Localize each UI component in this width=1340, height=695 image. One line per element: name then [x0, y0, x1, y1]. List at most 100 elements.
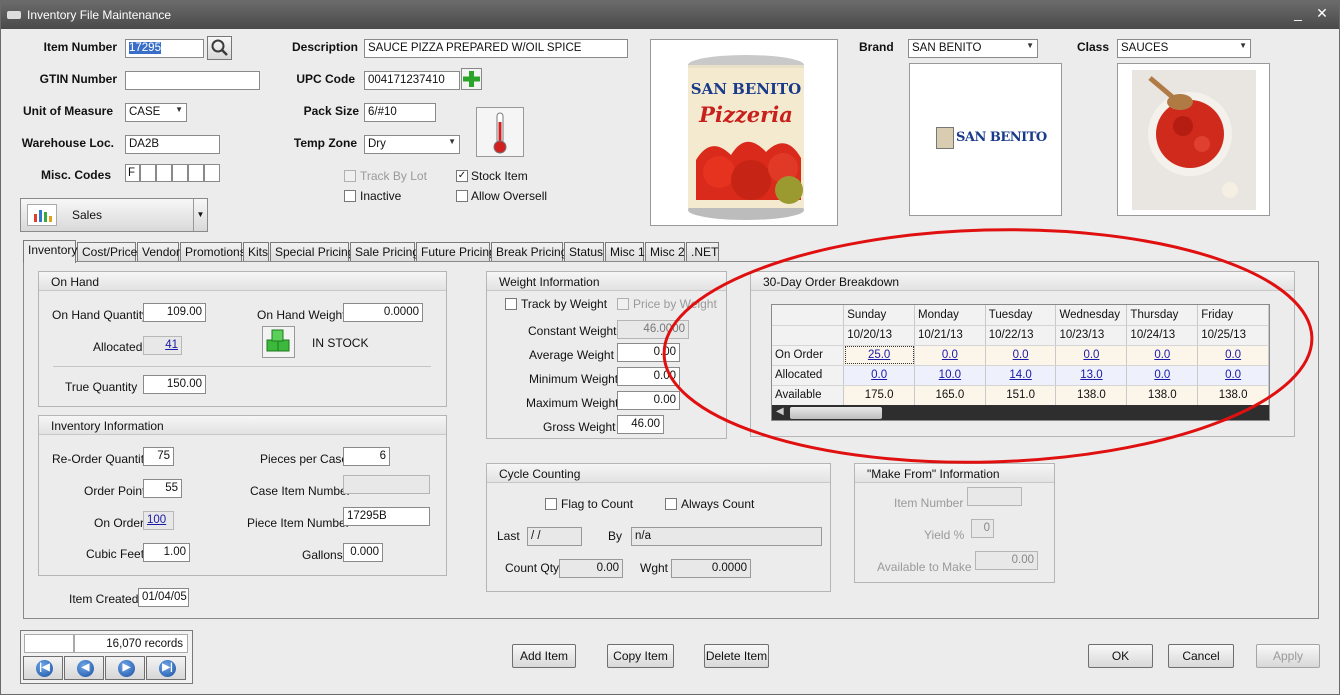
on-hand-qty-field[interactable]: 109.00	[143, 303, 206, 322]
next-record-button[interactable]: ▶	[105, 656, 145, 680]
case-item-field[interactable]	[343, 475, 430, 494]
delete-item-button[interactable]: Delete Item	[704, 644, 769, 668]
stock-item-label: Stock Item	[471, 169, 528, 183]
reorder-field[interactable]: 75	[143, 447, 174, 466]
misc-code-4[interactable]	[172, 164, 188, 182]
tab-special-pricing[interactable]: Special Pricing	[270, 242, 354, 262]
allow-oversell-checkbox[interactable]	[456, 190, 468, 202]
tab-vendor[interactable]: Vendor	[137, 242, 180, 262]
item-created-field[interactable]: 01/04/05	[138, 588, 189, 607]
tab-misc-1[interactable]: Misc 1	[605, 242, 645, 262]
maximum-weight-label: Maximum Weight	[526, 396, 619, 410]
tab-sale-pricing[interactable]: Sale Pricing	[350, 242, 419, 262]
temp-zone-select[interactable]: Dry ▼	[364, 135, 460, 154]
ok-button[interactable]: OK	[1088, 644, 1153, 668]
on-order-link[interactable]: 100	[147, 514, 166, 526]
tab-inventory[interactable]: Inventory	[23, 240, 77, 263]
chevron-down-icon: ▼	[175, 105, 183, 114]
thermometer-button[interactable]	[476, 107, 524, 157]
uom-select[interactable]: CASE ▼	[125, 103, 187, 122]
allocated-field[interactable]: 41	[143, 336, 182, 355]
gross-weight-field[interactable]: 46.00	[617, 415, 664, 434]
item-number-field[interactable]: 17295	[125, 39, 204, 58]
allocated-link[interactable]: 41	[165, 339, 178, 351]
yield-label: Yield %	[924, 528, 965, 542]
gross-weight-label: Gross Weight	[543, 420, 616, 434]
last-count-field[interactable]: / /	[527, 527, 582, 546]
misc-code-6[interactable]	[204, 164, 220, 182]
price-by-weight-checkbox[interactable]	[617, 298, 629, 310]
gtin-field[interactable]	[125, 71, 260, 90]
brand-select[interactable]: SAN BENITO ▼	[908, 39, 1038, 58]
make-from-item-field[interactable]	[967, 487, 1022, 506]
add-upc-button[interactable]	[461, 68, 482, 90]
next-record-icon: ▶	[118, 660, 135, 677]
last-record-button[interactable]: ▶|	[146, 656, 186, 680]
cubic-feet-field[interactable]: 1.00	[143, 543, 190, 562]
search-icon	[211, 39, 228, 56]
item-number-label: Item Number	[43, 40, 117, 54]
warehouse-field[interactable]: DA2B	[125, 135, 220, 154]
misc-code-3[interactable]	[156, 164, 172, 182]
on-hand-weight-label: On Hand Weight	[257, 308, 346, 322]
minimize-button[interactable]: _	[1291, 5, 1305, 21]
true-qty-field[interactable]: 150.00	[143, 375, 206, 394]
available-to-make-field[interactable]: 0.00	[975, 551, 1038, 570]
tab-future-pricing[interactable]: Future Pricing	[416, 242, 496, 262]
class-select[interactable]: SAUCES ▼	[1117, 39, 1251, 58]
description-label: Description	[291, 40, 358, 54]
counted-by-field[interactable]: n/a	[631, 527, 822, 546]
tab-promotions[interactable]: Promotions	[180, 242, 246, 262]
first-record-button[interactable]: |◀	[23, 656, 63, 680]
record-position-field[interactable]	[24, 634, 74, 653]
track-by-weight-checkbox[interactable]	[505, 298, 517, 310]
previous-record-button[interactable]: ◀	[64, 656, 104, 680]
track-by-lot-checkbox[interactable]	[344, 170, 356, 182]
inactive-checkbox[interactable]	[344, 190, 356, 202]
count-weight-field[interactable]: 0.0000	[671, 559, 751, 578]
record-count: 16,070 records	[74, 634, 188, 653]
constant-weight-label: Constant Weight	[528, 324, 617, 338]
yield-field[interactable]: 0	[971, 519, 994, 538]
pieces-per-case-field[interactable]: 6	[343, 447, 390, 466]
copy-item-button[interactable]: Copy Item	[607, 644, 674, 668]
module-label: Sales	[72, 208, 103, 222]
on-hand-qty-label: On Hand Quantity	[52, 308, 149, 322]
flag-to-count-checkbox[interactable]	[545, 498, 557, 510]
highlight-ellipse	[662, 228, 1314, 464]
order-point-field[interactable]: 55	[143, 479, 182, 498]
chevron-down-icon: ▼	[193, 199, 207, 231]
gallons-field[interactable]: 0.000	[343, 543, 383, 562]
description-field[interactable]: SAUCE PIZZA PREPARED W/OIL SPICE	[364, 39, 628, 58]
pack-size-field[interactable]: 6/#10	[364, 103, 436, 122]
can-product-text: Pizzeria	[699, 102, 793, 127]
stock-item-checkbox[interactable]: ✓	[456, 170, 468, 182]
search-button[interactable]	[207, 36, 232, 60]
tab-kits[interactable]: Kits	[243, 242, 269, 262]
on-hand-weight-field[interactable]: 0.0000	[343, 303, 423, 322]
stock-status: IN STOCK	[312, 336, 369, 350]
misc-code-1[interactable]: F	[125, 164, 140, 182]
tab-break-pricing[interactable]: Break Pricing	[491, 242, 567, 262]
count-qty-field[interactable]: 0.00	[559, 559, 623, 578]
app-icon	[7, 11, 21, 19]
add-item-button[interactable]: Add Item	[512, 644, 576, 668]
tab-cost-price[interactable]: Cost/Price	[77, 242, 137, 262]
tab-status[interactable]: Status	[564, 242, 604, 262]
class-label: Class	[1077, 40, 1110, 54]
chevron-down-icon: ▼	[1239, 41, 1247, 50]
module-selector[interactable]: Sales ▼	[20, 198, 208, 232]
class-image	[1117, 63, 1270, 216]
misc-code-2[interactable]	[140, 164, 156, 182]
case-item-label: Case Item Number	[250, 484, 351, 498]
piece-item-field[interactable]: 17295B	[343, 507, 430, 526]
apply-button[interactable]: Apply	[1256, 644, 1320, 668]
misc-code-5[interactable]	[188, 164, 204, 182]
upc-field[interactable]: 004171237410	[364, 71, 460, 90]
close-button[interactable]: ✕	[1315, 5, 1329, 22]
uom-label: Unit of Measure	[22, 104, 113, 118]
always-count-checkbox[interactable]	[665, 498, 677, 510]
counted-by-label: By	[608, 529, 623, 543]
cancel-button[interactable]: Cancel	[1168, 644, 1234, 668]
on-order-field[interactable]: 100	[143, 511, 174, 530]
